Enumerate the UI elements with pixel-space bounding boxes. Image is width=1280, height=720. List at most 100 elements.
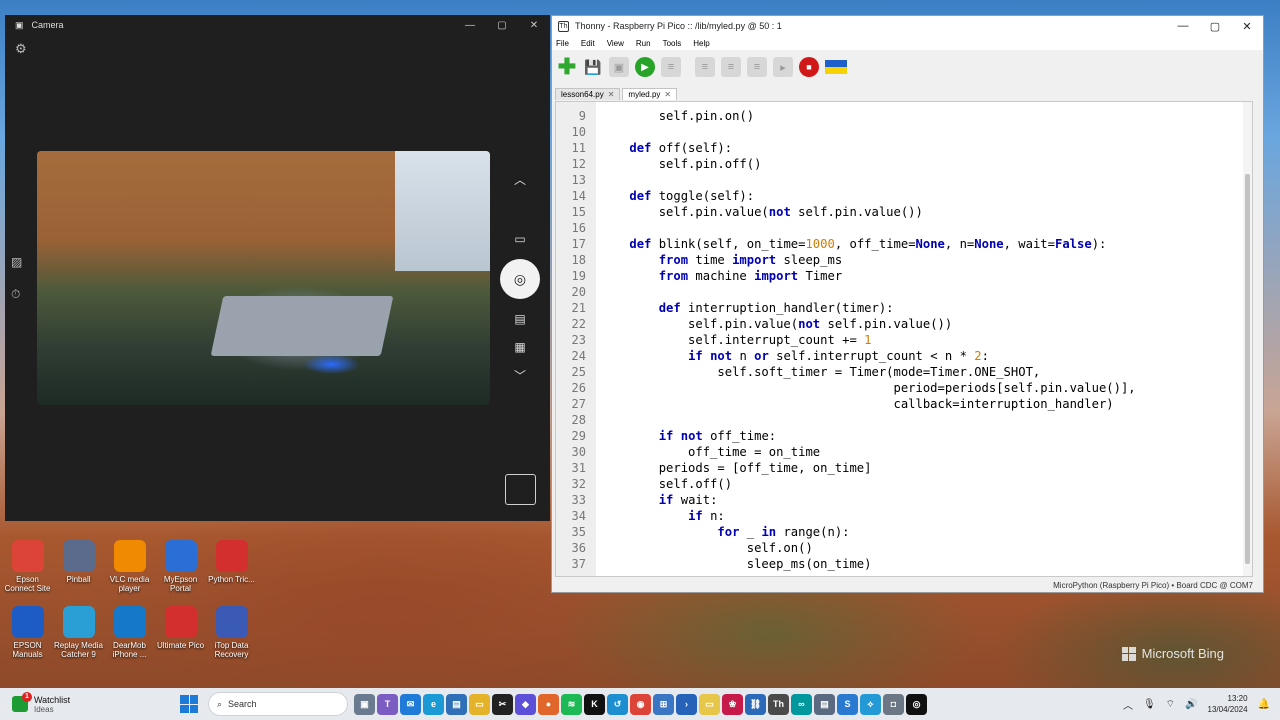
menu-run[interactable]: Run (636, 39, 651, 48)
maximize-button[interactable]: ▢ (1199, 20, 1231, 33)
dearmob-task-icon[interactable]: ↺ (607, 693, 628, 715)
chevron-down-icon[interactable]: ﹀ (514, 361, 526, 389)
code-text: from time import sleep_ms (658, 253, 843, 267)
maximize-button[interactable]: ▢ (486, 20, 518, 31)
task-view-icon[interactable]: ▣ (354, 693, 375, 715)
vscode-icon[interactable]: ⟡ (860, 693, 881, 715)
folder-icon[interactable]: ▭ (699, 693, 720, 715)
notification-bell-icon[interactable]: 🔔 (1258, 699, 1270, 710)
close-button[interactable]: ✕ (518, 20, 550, 31)
timer-icon[interactable]: ⏱ (11, 287, 22, 302)
code-line: 10 (556, 124, 1246, 140)
stop-icon[interactable]: ■ (799, 57, 819, 77)
status-bar[interactable]: MicroPython (Raspberry Pi Pico) • Board … (1053, 581, 1253, 590)
save-file-icon[interactable]: ▣ (609, 57, 629, 77)
menu-file[interactable]: File (556, 39, 569, 48)
chevron-up-icon[interactable]: ︿ (514, 165, 526, 193)
teams-icon[interactable]: T (377, 693, 398, 715)
thonny-task-icon[interactable]: Th (768, 693, 789, 715)
scrollbar-thumb[interactable] (1245, 174, 1250, 564)
firefox-icon[interactable]: ● (538, 693, 559, 715)
code-text: self.on() (600, 541, 813, 555)
menu-view[interactable]: View (607, 39, 624, 48)
last-capture-thumbnail[interactable] (505, 474, 536, 505)
code-line: 15 self.pin.value(not self.pin.value()) (556, 204, 1246, 220)
ukraine-flag-icon[interactable] (825, 60, 847, 74)
store-icon[interactable]: ▤ (446, 693, 467, 715)
powershell-icon[interactable]: › (676, 693, 697, 715)
menu-tools[interactable]: Tools (663, 39, 682, 48)
menu-help[interactable]: Help (693, 39, 709, 48)
toolbar: ✚ 💾 ▣ ▶ ≡ ≡ ≡ ≡ ▸ ■ (552, 50, 1263, 84)
line-number: 11 (571, 141, 586, 155)
line-number: 28 (571, 413, 586, 427)
line-number: 19 (571, 269, 586, 283)
tab-myled[interactable]: myled.py ✕ (622, 88, 678, 100)
taskbar-search[interactable]: ⌕ Search (208, 692, 348, 716)
desktop-icon[interactable]: MyEpson Portal (155, 538, 206, 604)
microphone-icon[interactable]: 🎙 (1143, 699, 1156, 710)
code-editor[interactable]: 9 self.pin.on() 10 11 def off(self): 12 sel… (555, 101, 1253, 577)
code-line: 29 if not off_time: (556, 428, 1246, 444)
desktop-icon[interactable]: EPSON Manuals (2, 604, 53, 670)
close-button[interactable]: ✕ (1231, 20, 1263, 33)
resume-icon[interactable]: ▸ (773, 57, 793, 77)
clock[interactable]: 13:20 13/04/2024 (1208, 693, 1248, 715)
desktop-icon[interactable]: DearMob iPhone ... (104, 604, 155, 670)
step-into-icon[interactable]: ≡ (721, 57, 741, 77)
camera-preview (37, 151, 490, 405)
new-file-icon[interactable]: ✚ (557, 54, 577, 79)
start-button[interactable] (180, 695, 198, 713)
volume-icon[interactable]: 🔊 (1185, 699, 1197, 710)
minimize-button[interactable]: — (1167, 20, 1199, 33)
widgets-watchlist[interactable]: 1 Watchlist Ideas (0, 692, 180, 714)
network-tool-icon[interactable]: ⛓ (745, 693, 766, 715)
photos-icon[interactable]: ◆ (515, 693, 536, 715)
desktop-icon[interactable]: Ultimate Pico (155, 604, 206, 670)
recovery-icon (215, 606, 248, 638)
wordpad-icon[interactable]: ⊞ (653, 693, 674, 715)
desktop-icon[interactable]: Epson Connect Site (2, 538, 53, 604)
terminal-icon[interactable]: ▤ (814, 693, 835, 715)
debug-icon[interactable]: ≡ (661, 57, 681, 77)
close-tab-icon[interactable]: ✕ (608, 90, 615, 99)
kicad-icon[interactable]: K (584, 693, 605, 715)
wifi-icon[interactable]: ⌔ (1166, 698, 1175, 711)
edge-icon[interactable]: e (423, 693, 444, 715)
tab-lesson64[interactable]: lesson64.py ✕ (555, 88, 621, 100)
obs-icon[interactable]: ◎ (906, 693, 927, 715)
hdr-icon[interactable]: ▨ (11, 255, 22, 269)
video-mode-icon[interactable]: ▭ (514, 225, 525, 253)
desktop-icon[interactable]: VLC media player (104, 538, 155, 604)
arduino-icon[interactable]: ∞ (791, 693, 812, 715)
camera-task-icon[interactable]: ◘ (883, 693, 904, 715)
shutter-button[interactable]: ◎ (500, 259, 540, 299)
mail-icon[interactable]: ✉ (400, 693, 421, 715)
code-line: 14 def toggle(self): (556, 188, 1246, 204)
capcut-icon[interactable]: ✂ (492, 693, 513, 715)
desktop-icon-label: VLC media player (109, 575, 150, 593)
desktop-icon[interactable]: Python Tric... (206, 538, 257, 604)
chevron-up-icon[interactable]: ︿ (1123, 697, 1133, 712)
file-explorer-icon[interactable]: ▭ (469, 693, 490, 715)
close-tab-icon[interactable]: ✕ (664, 90, 671, 99)
line-number: 33 (571, 493, 586, 507)
spotify-icon[interactable]: ≋ (561, 693, 582, 715)
desktop-icon[interactable]: Pinball (53, 538, 104, 604)
document-mode-icon[interactable]: ▤ (514, 305, 525, 333)
raspberry-pi-icon[interactable]: ❀ (722, 693, 743, 715)
desktop-icon[interactable]: iTop Data Recovery (206, 604, 257, 670)
desktop-icon[interactable]: Replay Media Catcher 9 (53, 604, 104, 670)
run-icon[interactable]: ▶ (635, 57, 655, 77)
desktop-icon-label: Pinball (66, 575, 91, 584)
minimize-button[interactable]: — (454, 20, 486, 31)
settings-gear-icon[interactable]: ⚙ (15, 41, 27, 57)
barcode-mode-icon[interactable]: ▦ (514, 333, 525, 361)
editor-scrollbar[interactable] (1243, 102, 1252, 576)
step-out-icon[interactable]: ≡ (747, 57, 767, 77)
snipping-icon[interactable]: S (837, 693, 858, 715)
open-file-icon[interactable]: 💾 (583, 57, 603, 77)
chrome-icon[interactable]: ◉ (630, 693, 651, 715)
step-over-icon[interactable]: ≡ (695, 57, 715, 77)
menu-edit[interactable]: Edit (581, 39, 595, 48)
